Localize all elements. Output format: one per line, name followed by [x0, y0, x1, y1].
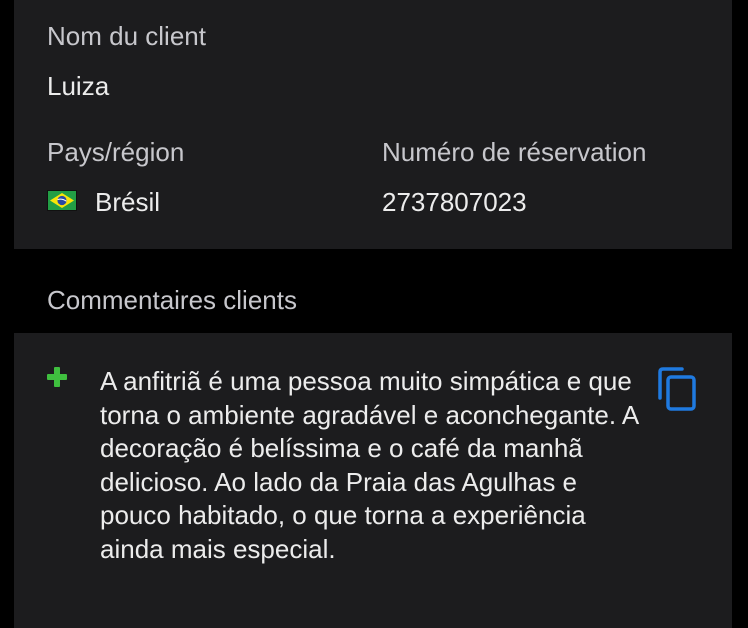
plus-icon — [47, 367, 67, 387]
reservation-number-value: 2737807023 — [382, 187, 527, 217]
reservation-number-label: Numéro de réservation — [382, 137, 647, 167]
client-name-value: Luiza — [47, 71, 110, 101]
country-value: Brésil — [95, 187, 161, 217]
client-name-label: Nom du client — [47, 21, 206, 51]
copy-icon[interactable] — [656, 366, 698, 412]
brazil-flag-icon — [47, 190, 77, 211]
country-label: Pays/région — [47, 137, 185, 167]
comments-section-header: Commentaires clients — [47, 285, 297, 315]
comments-card: A anfitriã é uma pessoa muito simpática … — [14, 333, 732, 628]
client-info-card: Nom du client Luiza Pays/région Brésil N… — [14, 0, 732, 249]
positive-comment-text: A anfitriã é uma pessoa muito simpática … — [100, 366, 638, 564]
